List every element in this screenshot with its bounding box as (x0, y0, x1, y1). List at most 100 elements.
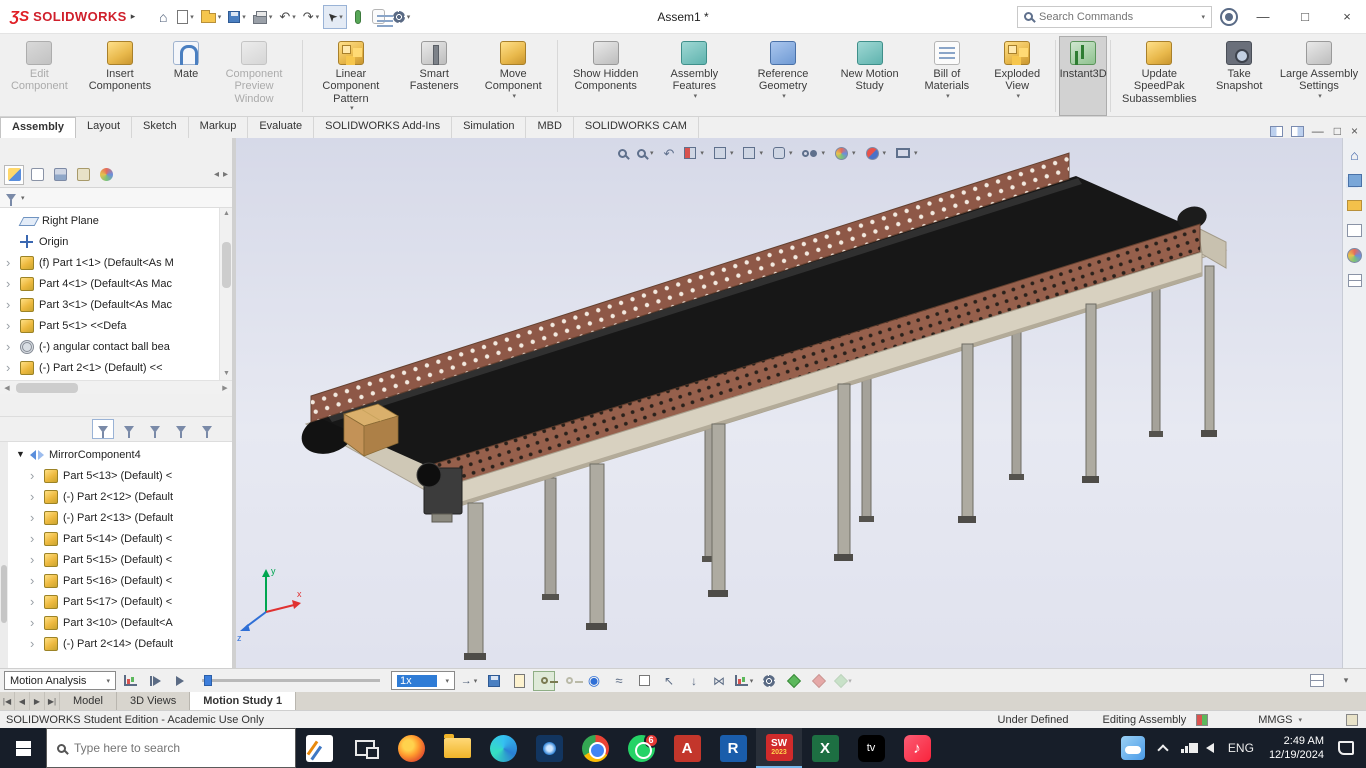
insert-components-button[interactable]: Insert Components (77, 36, 163, 116)
appearances-scenes-button[interactable] (1346, 246, 1364, 264)
section-view-button[interactable]: ▾ (680, 142, 708, 164)
calculate-button[interactable] (119, 671, 141, 691)
tab-layout[interactable]: Layout (76, 117, 132, 138)
search-input[interactable] (1039, 11, 1193, 23)
filter-selected-button[interactable] (170, 419, 192, 439)
displaymanager-tab[interactable] (96, 165, 116, 185)
tab-scroll-next-button[interactable]: ▶ (30, 692, 45, 710)
configurationmanager-tab[interactable] (50, 165, 70, 185)
tab-3d-views[interactable]: 3D Views (117, 692, 190, 710)
whatsapp-button[interactable]: 6 (618, 728, 664, 768)
display-style-button[interactable]: ▾ (769, 142, 797, 164)
previous-view-button[interactable]: ↶ (660, 142, 679, 164)
results-plots-button[interactable]: ▾ (733, 671, 755, 691)
autokey-button[interactable] (533, 671, 555, 691)
assembly-features-button[interactable]: Assembly Features▾ (651, 36, 738, 116)
filter-results-button[interactable] (196, 419, 218, 439)
expand-icon[interactable]: › (30, 574, 43, 587)
tree-item-part5-13[interactable]: ›Part 5<13> (Default) < (10, 465, 232, 486)
language-indicator[interactable]: ENG (1221, 728, 1261, 768)
tab-evaluate[interactable]: Evaluate (248, 117, 314, 138)
search-caret-icon[interactable]: ▾ (1201, 13, 1205, 21)
linear-component-pattern-button[interactable]: Linear Component Pattern▾ (306, 36, 396, 116)
tree-item-part2[interactable]: ›(-) Part 2<1> (Default) << (0, 357, 232, 378)
task-view-button[interactable] (342, 728, 388, 768)
tree-item-part2-12[interactable]: ›(-) Part 2<12> (Default (10, 486, 232, 507)
home-button[interactable]: ⌂ (153, 5, 173, 29)
file-explorer-button[interactable] (1346, 196, 1364, 214)
excel-button[interactable]: X (802, 728, 848, 768)
open-button[interactable]: ▾ (198, 5, 225, 29)
mate-button[interactable]: Mate (163, 36, 209, 116)
expand-icon[interactable]: › (6, 256, 19, 269)
play-from-start-button[interactable] (144, 671, 166, 691)
expand-icon[interactable]: › (30, 637, 43, 650)
minimize-button[interactable]: — (1246, 2, 1280, 32)
solidworks-taskbar-button[interactable]: SW2023 (756, 728, 802, 768)
tree-item-origin[interactable]: Origin (0, 231, 232, 252)
reference-geometry-button[interactable]: Reference Geometry▾ (738, 36, 828, 116)
select-tool-button[interactable]: ➤▾ (323, 5, 347, 29)
zoom-to-area-button[interactable]: ▾ (633, 142, 658, 164)
playback-mode-button[interactable]: →▾ (458, 671, 480, 691)
expand-motionmanager-button[interactable] (1306, 671, 1328, 691)
motion-tree-scrollbar[interactable] (0, 442, 8, 670)
dropdown-caret-icon[interactable]: ▾ (946, 93, 950, 101)
edit-appearance-button[interactable]: ▾ (831, 142, 860, 164)
add-key-button[interactable] (558, 671, 580, 691)
dropdown-caret-icon[interactable]: ▾ (512, 93, 516, 101)
show-hidden-components-button[interactable]: Show Hidden Components (561, 36, 651, 116)
tree-item-part4[interactable]: ›Part 4<1> (Default<As Mac (0, 273, 232, 294)
tab-scroll-first-button[interactable]: |◀ (0, 692, 15, 710)
volume-tray-button[interactable] (1199, 728, 1221, 768)
instant3d-button[interactable]: Instant3D (1059, 36, 1108, 116)
tree-item-part3[interactable]: ›Part 3<1> (Default<As Mac (0, 294, 232, 315)
logo-caret-icon[interactable]: ▸ (131, 11, 136, 22)
dropdown-caret-icon[interactable]: ▾ (1016, 93, 1020, 101)
restore-button[interactable]: □ (1288, 2, 1322, 32)
scroll-up-icon[interactable]: ▲ (220, 208, 232, 220)
propertymanager-tab[interactable] (27, 165, 47, 185)
filter-animated-button[interactable] (118, 419, 140, 439)
doc-minimize-button[interactable]: — (1312, 124, 1324, 138)
collapse-motionmanager-button[interactable]: ▾ (1334, 671, 1356, 691)
tab-mbd[interactable]: MBD (526, 117, 573, 138)
tab-simulation[interactable]: Simulation (452, 117, 526, 138)
expand-icon[interactable]: › (6, 298, 19, 311)
print-button[interactable]: ▾ (250, 5, 276, 29)
tab-scroll-last-button[interactable]: ▶| (45, 692, 60, 710)
graphics-viewport[interactable]: y x z ▾ ↶ ▾ ▾ ▾ ▾ ▾ ▾ ▾ ▾ (236, 138, 1342, 668)
expand-icon[interactable]: › (30, 553, 43, 566)
filter-button[interactable] (92, 419, 114, 439)
apply-scene-button[interactable]: ▾ (862, 142, 891, 164)
manager-tabs-next-button[interactable]: ▸ (223, 169, 228, 180)
dock-pane-right-button[interactable] (1291, 126, 1304, 137)
tab-sketch[interactable]: Sketch (132, 117, 189, 138)
weather-tray-button[interactable] (1114, 728, 1152, 768)
collapse-icon[interactable]: ▼ (16, 450, 29, 459)
tab-model[interactable]: Model (60, 692, 117, 710)
expand-icon[interactable]: › (30, 469, 43, 482)
scroll-right-icon[interactable]: ▶ (218, 384, 232, 392)
custom-properties-button[interactable] (1346, 271, 1364, 289)
filter-caret-icon[interactable]: ▾ (21, 194, 25, 202)
view-orientation-button[interactable]: ▾ (739, 142, 767, 164)
feature-tree-horizontal-scrollbar[interactable]: ◀ ▶ (0, 380, 232, 394)
action-center-button[interactable] (1338, 741, 1354, 755)
taskbar-search[interactable] (46, 728, 296, 768)
study-type-select[interactable]: Motion Analysis ▾ (4, 671, 116, 690)
revit-button[interactable]: R (710, 728, 756, 768)
taskbar-search-input[interactable] (74, 741, 285, 755)
music-app-button[interactable]: ♪ (894, 728, 940, 768)
tab-assembly[interactable]: Assembly (0, 117, 76, 138)
edge-button[interactable] (480, 728, 526, 768)
solidworks-resources-button[interactable]: ⌂ (1346, 146, 1364, 164)
chrome-button[interactable] (572, 728, 618, 768)
smart-fasteners-button[interactable]: Smart Fasteners (396, 36, 473, 116)
dynamic-annotation-button[interactable]: ▾ (710, 142, 738, 164)
new-motion-study-button[interactable]: New Motion Study (828, 36, 911, 116)
motor-button[interactable]: ◉ (583, 671, 605, 691)
tab-scroll-prev-button[interactable]: ◀ (15, 692, 30, 710)
timeline-slider[interactable] (202, 679, 380, 682)
expand-icon[interactable]: › (30, 532, 43, 545)
